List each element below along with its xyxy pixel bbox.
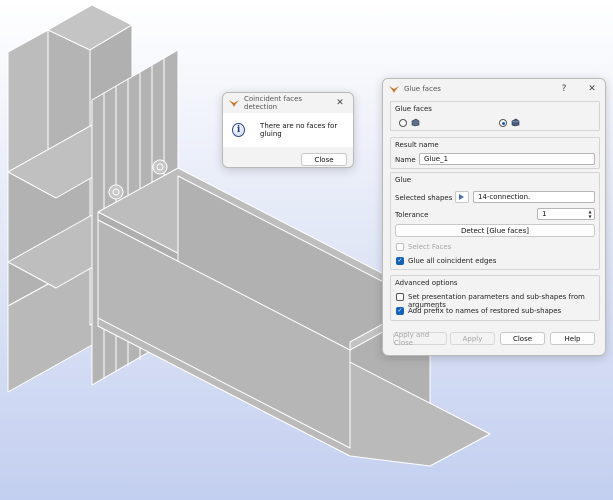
help-icon[interactable]: ? <box>557 84 571 94</box>
spin-down-icon[interactable]: ▼ <box>587 215 593 219</box>
select-faces-label: Select Faces <box>408 243 452 251</box>
glue-group: Glue Selected shapes 14-connection. Tole… <box>390 172 600 270</box>
column-left-flange <box>7 29 49 173</box>
glue-shape-icon <box>411 118 420 127</box>
glue-type-group: Glue faces <box>390 101 600 131</box>
information-icon: i <box>232 123 246 137</box>
close-icon[interactable]: ✕ <box>585 84 599 94</box>
add-prefix-checkbox[interactable]: ✓ <box>396 307 404 315</box>
glue-faces-icon <box>511 118 520 127</box>
glue-edges-label: Glue all coincident edges <box>408 257 497 265</box>
apply-and-close-button[interactable]: Apply and Close <box>393 331 447 347</box>
info-dialog-footer: Close <box>223 147 353 167</box>
salome-app-icon <box>389 86 399 93</box>
name-input[interactable]: Glue_1 <box>419 153 595 165</box>
salome-app-icon <box>229 100 239 107</box>
coincident-faces-dialog: Coincident faces detection ✕ i There are… <box>222 92 354 168</box>
apply-button[interactable]: Apply <box>450 332 495 345</box>
glue-edges-checkbox[interactable]: ✓ <box>396 257 404 265</box>
detect-glue-faces-button[interactable]: Detect [Glue faces] <box>395 224 595 237</box>
close-button[interactable]: Close <box>301 153 347 166</box>
advanced-options-group: Advanced options Set presentation parame… <box>390 275 600 321</box>
name-label: Name <box>395 156 416 164</box>
selected-shapes-field[interactable]: 14-connection. <box>473 191 595 203</box>
tolerance-value: 1 <box>542 210 547 218</box>
selected-shapes-label: Selected shapes <box>395 194 453 202</box>
result-name-group-title: Result name <box>395 141 439 149</box>
glue-dialog-title: Glue faces <box>404 85 441 93</box>
result-name-group: Result name Name Glue_1 <box>390 137 600 169</box>
glue-group-title: Glue <box>395 176 412 184</box>
info-dialog-title: Coincident faces detection <box>244 95 303 111</box>
glue-faces-dialog: Glue faces ? ✕ Glue faces Result name Na… <box>382 78 606 356</box>
info-dialog-body: i There are no faces for gluing <box>223 113 353 147</box>
tolerance-spinbox[interactable]: 1 ▲ ▼ <box>537 208 595 220</box>
info-dialog-titlebar[interactable]: Coincident faces detection ✕ <box>223 93 353 113</box>
add-prefix-label: Add prefix to names of restored sub-shap… <box>408 307 562 315</box>
select-faces-checkbox <box>396 243 404 251</box>
close-button[interactable]: Close <box>500 332 545 345</box>
select-shapes-button[interactable] <box>455 191 469 203</box>
glue-dialog-titlebar[interactable]: Glue faces ? ✕ <box>383 79 605 99</box>
help-button[interactable]: Help <box>550 332 595 345</box>
glue-by-faces-radio[interactable] <box>499 119 507 127</box>
tolerance-label: Tolerance <box>395 211 429 219</box>
arrow-select-icon <box>459 194 464 200</box>
glue-type-group-title: Glue faces <box>395 105 432 113</box>
set-presentation-checkbox[interactable] <box>396 293 404 301</box>
info-message: There are no faces for gluing <box>260 122 338 138</box>
glue-by-shape-radio[interactable] <box>399 119 407 127</box>
advanced-options-title: Advanced options <box>395 279 458 287</box>
close-icon[interactable]: ✕ <box>333 98 347 108</box>
